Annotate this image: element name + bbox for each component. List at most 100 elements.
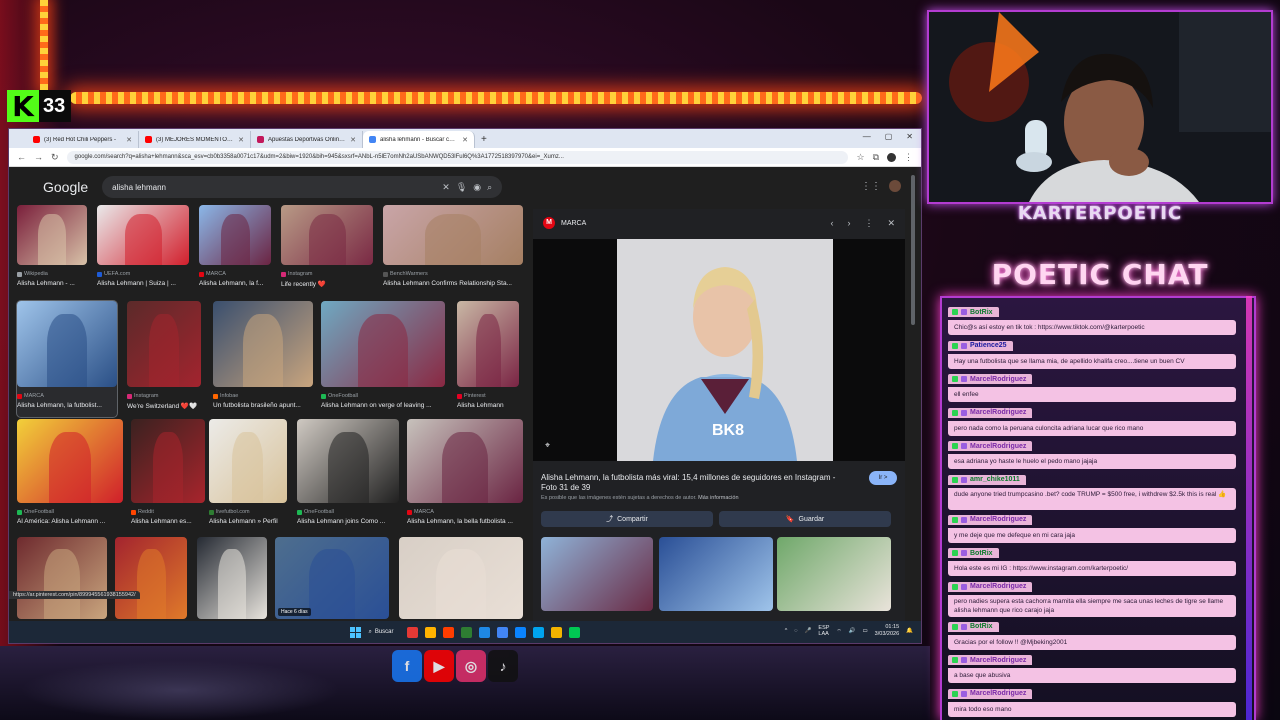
result-source[interactable]: UEFA.com <box>97 271 130 277</box>
result-title[interactable]: Life recently ❤️ <box>281 280 373 288</box>
result-thumbnail[interactable] <box>97 205 189 265</box>
extensions-icon[interactable]: ⧉ <box>873 152 879 163</box>
forward-icon[interactable]: → <box>34 152 43 162</box>
result-thumbnail[interactable]: Hace 6 días <box>275 537 389 619</box>
image-result[interactable]: OneFootball Alisha Lehmann on verge of le… <box>321 301 445 417</box>
chat-username[interactable]: MarcelRodriguez <box>948 581 1033 592</box>
taskbar-app-icon[interactable] <box>460 626 472 638</box>
browser-tab[interactable]: (3) MEJORES MOMENTOS KICK ✕ <box>139 131 251 148</box>
result-title[interactable]: Alisha Lehmann, la f... <box>199 280 271 287</box>
browser-tab[interactable]: Apuestas Deportivas Online | A ✕ <box>251 131 363 148</box>
minimize-button[interactable]: — <box>863 132 871 141</box>
taskbar-app-icon[interactable] <box>478 626 490 638</box>
result-title[interactable]: Alisha Lehmann » Perfil <box>209 518 287 525</box>
related-image[interactable] <box>541 537 653 611</box>
account-avatar[interactable] <box>889 180 901 192</box>
image-result[interactable]: Instagram We're Switzerland ❤️🤍 <box>127 301 201 417</box>
result-source[interactable]: Pinterest <box>457 393 486 399</box>
result-title[interactable]: Alisha Lehmann - ... <box>17 280 87 287</box>
chat-username[interactable]: BotRix <box>948 307 999 317</box>
image-result[interactable]: BenchWarmers Alisha Lehmann Confirms Rela… <box>383 205 523 295</box>
result-title[interactable]: Alisha Lehmann Confirms Relationship Sta… <box>383 280 523 287</box>
result-title[interactable]: Alisha Lehmann es... <box>131 518 205 525</box>
taskbar-app-icon[interactable] <box>442 626 454 638</box>
next-image-icon[interactable]: › <box>847 218 850 229</box>
lens-icon[interactable]: ◉ <box>473 182 481 193</box>
prev-image-icon[interactable]: ‹ <box>830 218 833 229</box>
profile-avatar[interactable] <box>887 152 896 162</box>
image-result[interactable]: Infobae Un futbolista brasileño apunt... <box>213 301 313 417</box>
preview-source[interactable]: MARCA <box>561 220 586 227</box>
close-window-button[interactable]: ✕ <box>906 132 913 141</box>
result-thumbnail[interactable] <box>297 419 399 503</box>
preview-image[interactable]: BK8 ⌖ <box>533 239 905 461</box>
save-button[interactable]: 🔖 Guardar <box>719 511 891 527</box>
tab-close-icon[interactable]: ✕ <box>126 136 132 144</box>
result-title[interactable]: Alisha Lehmann on verge of leaving ... <box>321 402 445 409</box>
reload-icon[interactable]: ↻ <box>51 152 59 163</box>
battery-icon[interactable]: ▭ <box>862 628 867 634</box>
volume-icon[interactable]: 🔊 <box>849 628 856 634</box>
chat-username[interactable]: MarcelRodriguez <box>948 655 1033 665</box>
result-title[interactable]: Alisha Lehmann | Suiza | ... <box>97 280 189 287</box>
start-button[interactable] <box>350 626 362 638</box>
result-thumbnail[interactable] <box>383 205 523 265</box>
taskbar-app-icon[interactable] <box>406 626 418 638</box>
result-thumbnail[interactable] <box>131 419 205 503</box>
result-thumbnail[interactable] <box>199 205 271 265</box>
chat-username[interactable]: MarcelRodriguez <box>948 407 1033 418</box>
result-title[interactable]: Al América: Alisha Lehmann ... <box>17 518 123 525</box>
visit-button[interactable]: Ir > <box>869 471 897 485</box>
chat-username[interactable]: amr_chike1011 <box>948 474 1026 485</box>
result-title[interactable]: Alisha Lehmann joins Como ... <box>297 518 399 525</box>
result-thumbnail[interactable] <box>17 205 87 265</box>
close-preview-icon[interactable]: ✕ <box>887 218 895 229</box>
image-result[interactable]: MARCA Alisha Lehmann, la bella futbolista… <box>407 419 523 533</box>
taskbar-app-icon[interactable] <box>424 626 436 638</box>
tray-chevron-icon[interactable]: ^ <box>785 628 788 634</box>
search-box[interactable]: alisha lehmann ✕ 🎙 ◉ ⌕ <box>102 176 503 198</box>
result-thumbnail[interactable] <box>213 301 313 387</box>
mic-icon[interactable]: 🎤 <box>805 628 812 634</box>
image-result[interactable]: livefutbol.com Alisha Lehmann » Perfil <box>209 419 287 533</box>
visual-search-icon[interactable]: ⌖ <box>545 440 550 451</box>
related-image[interactable] <box>777 537 891 611</box>
chat-username[interactable]: Patience25 <box>948 340 1013 351</box>
result-title[interactable]: Alisha Lehmann, la bella futbolista ... <box>407 518 523 525</box>
language-indicator[interactable]: ESP LAA <box>818 625 829 637</box>
search-input[interactable]: alisha lehmann <box>112 183 436 192</box>
wifi-icon[interactable]: ⌔ <box>836 628 841 635</box>
voice-search-icon[interactable]: 🎙 <box>456 182 467 193</box>
result-thumbnail[interactable] <box>281 205 373 265</box>
more-info-link[interactable]: Más información <box>698 495 738 501</box>
result-source[interactable]: OneFootball <box>17 509 54 515</box>
result-thumbnail[interactable] <box>115 537 187 619</box>
search-icon[interactable]: ⌕ <box>487 182 492 193</box>
chat-username[interactable]: BotRix <box>948 548 999 558</box>
browser-menu-icon[interactable]: ⋮ <box>904 152 913 163</box>
image-result[interactable]: Instagram Life recently ❤️ <box>281 205 373 295</box>
image-result[interactable]: OneFootball Alisha Lehmann joins Como ... <box>297 419 399 533</box>
page-scrollbar[interactable] <box>911 175 915 325</box>
preview-title[interactable]: Alisha Lehmann, la futbolista más viral:… <box>541 473 851 493</box>
result-thumbnail[interactable] <box>17 419 123 503</box>
tab-close-icon[interactable]: ✕ <box>462 136 468 144</box>
chat-username[interactable]: MarcelRodriguez <box>948 441 1033 451</box>
chat-username[interactable]: MarcelRodriguez <box>948 688 1033 699</box>
result-title[interactable]: Un futbolista brasileño apunt... <box>213 402 313 409</box>
result-thumbnail[interactable] <box>399 537 523 619</box>
tab-close-icon[interactable]: ✕ <box>238 136 244 144</box>
taskbar-app-icon[interactable] <box>514 626 526 638</box>
image-result[interactable]: Pinterest Alisha Lehmann <box>457 301 519 417</box>
image-result[interactable]: Wikipedia Alisha Lehmann - ... <box>17 205 87 295</box>
result-source[interactable]: MARCA <box>199 271 226 277</box>
new-tab-button[interactable]: + <box>475 131 493 148</box>
apps-grid-icon[interactable]: ⋮⋮ <box>861 181 881 192</box>
result-thumbnail[interactable] <box>17 301 117 387</box>
browser-tab[interactable]: alisha lehmann - Buscar con G ✕ <box>363 131 475 148</box>
clock[interactable]: 01:15 3/03/2026 <box>875 624 899 638</box>
result-thumbnail[interactable] <box>17 537 107 619</box>
taskbar-app-icon[interactable] <box>550 626 562 638</box>
address-bar[interactable]: google.com/search?q=alisha+lehmann&sca_e… <box>66 150 849 164</box>
maximize-button[interactable]: ▢ <box>885 132 893 141</box>
